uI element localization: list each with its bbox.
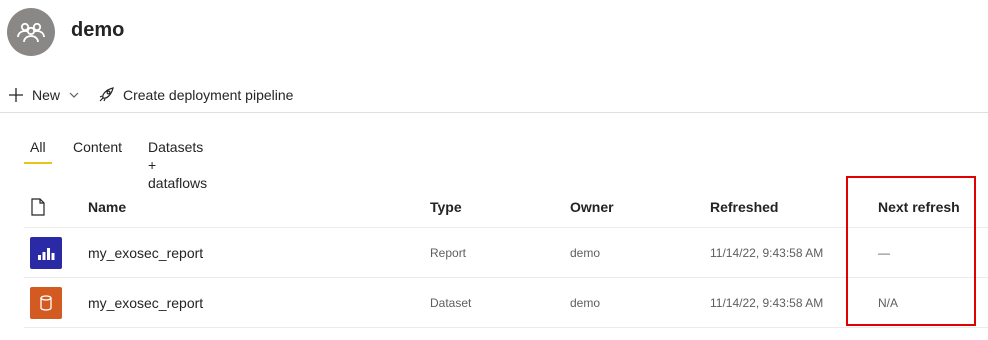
item-name-link[interactable]: my_exosec_report	[88, 228, 203, 277]
item-name-link[interactable]: my_exosec_report	[88, 278, 203, 327]
column-header-type[interactable]: Type	[430, 186, 462, 227]
item-type: Dataset	[430, 295, 472, 310]
item-refreshed: 11/14/22, 9:43:58 AM	[710, 295, 824, 310]
item-owner: demo	[570, 295, 601, 310]
item-refreshed: 11/14/22, 9:43:58 AM	[710, 245, 824, 260]
item-type: Report	[430, 245, 467, 260]
report-icon	[30, 236, 62, 269]
table-row[interactable]: my_exosec_report Report demo 11/14/22, 9…	[24, 228, 988, 278]
pipeline-button-label: Create deployment pipeline	[123, 87, 294, 103]
tab-content[interactable]: Content	[73, 138, 122, 162]
tab-all[interactable]: All	[24, 138, 52, 164]
column-header-type-icon	[30, 186, 64, 227]
table-header-row: Name Type Owner Refreshed Next refresh	[24, 186, 988, 228]
next-refresh-highlight-box	[846, 176, 976, 326]
document-icon	[31, 197, 45, 216]
toolbar: New Create deployment pipeline	[0, 78, 988, 113]
row-icon-cell	[30, 278, 64, 327]
chevron-down-icon	[69, 92, 79, 98]
new-button-label: New	[32, 87, 61, 103]
dataset-icon	[30, 286, 62, 319]
create-deployment-pipeline-button[interactable]: Create deployment pipeline	[97, 82, 293, 108]
new-button[interactable]: New	[8, 82, 80, 108]
workspace-title: demo	[71, 19, 125, 41]
row-icon-cell	[30, 228, 64, 277]
table-row[interactable]: my_exosec_report Dataset demo 11/14/22, …	[24, 278, 988, 328]
column-header-name[interactable]: Name	[88, 186, 126, 227]
tab-datasets-dataflows[interactable]: Datasets + dataflows	[148, 138, 207, 191]
item-owner: demo	[570, 245, 601, 260]
plus-icon	[9, 88, 23, 102]
column-header-owner[interactable]: Owner	[570, 186, 614, 227]
rocket-icon	[99, 87, 114, 102]
content-table: Name Type Owner Refreshed Next refresh m…	[24, 186, 988, 328]
workspace-avatar	[7, 8, 55, 56]
column-header-refreshed[interactable]: Refreshed	[710, 186, 778, 227]
people-group-icon	[17, 22, 45, 43]
